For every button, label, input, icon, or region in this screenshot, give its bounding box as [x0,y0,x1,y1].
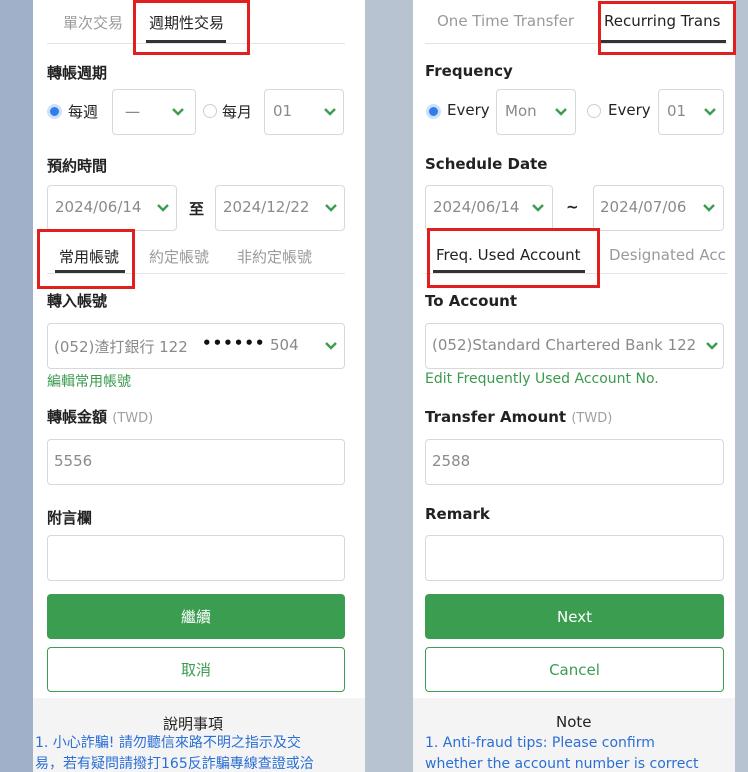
highlight-recurring-tab-zh [133,0,250,55]
continue-button[interactable]: 繼續 [47,594,345,639]
amount-value: 5556 [54,452,93,470]
account-mask: •••••• [202,334,266,352]
to-account-label: 轉入帳號 [47,292,108,310]
to-account-suffix: 504 [270,336,299,354]
amount-unit: (TWD) [571,411,613,426]
chevron-down-icon [324,108,336,116]
chevron-down-icon [172,108,184,116]
date-range-separator: 至 [189,200,205,218]
chevron-down-icon [704,108,716,116]
to-account-label: To Account [425,292,517,310]
note-line-1: 1. 小心詐騙! 請勿聽信來路不明之指示及交 [35,735,301,751]
note-title: 說明事項 [163,715,224,733]
tab-designated-account[interactable]: 約定帳號 [149,246,209,267]
remark-label: Remark [425,505,490,523]
to-account-select[interactable]: (052)Standard Chartered Bank 122 [425,323,724,369]
weekday-select[interactable]: 一 [112,89,196,135]
to-account-value: (052)渣打銀行 122 [54,338,188,356]
weekday-value: Mon [505,102,537,120]
highlight-frequent-account-tab-en [427,228,600,288]
chevron-down-icon [703,204,715,212]
tab-non-designated-account[interactable]: 非約定帳號 [237,246,312,267]
weekly-radio[interactable] [47,104,62,119]
remark-input[interactable] [425,535,724,581]
date-range-separator: ~ [566,198,579,216]
end-date-value: 2024/12/22 [223,198,310,216]
frequency-label: Frequency [425,62,513,80]
center-backdrop [365,0,413,772]
zh-transfer-form: 單次交易 週期性交易 轉帳週期 每週 一 每月 01 預約時間 2024/06/… [33,0,365,772]
remark-label: 附言欄 [47,509,93,527]
en-transfer-form: One Time Transfer Recurring Trans Freque… [413,0,735,772]
right-backdrop [735,0,748,772]
next-button[interactable]: Next [425,594,724,639]
note-title: Note [556,713,592,731]
start-date-value: 2024/06/14 [55,198,142,216]
chevron-down-icon [555,108,567,116]
schedule-label: Schedule Date [425,155,548,173]
end-date-select[interactable]: 2024/07/06 [593,185,724,231]
note-line-1: 1. Anti-fraud tips: Please confirm [425,735,655,751]
cancel-button[interactable]: Cancel [425,647,724,692]
note-line-2: whether the account number is correct [425,756,699,772]
amount-input[interactable]: 5556 [47,439,345,485]
chevron-down-icon [706,342,718,350]
tab-one-time[interactable]: 單次交易 [63,12,123,33]
start-date-select[interactable]: 2024/06/14 [47,185,177,231]
end-date-select[interactable]: 2024/12/22 [215,185,345,231]
remark-input[interactable] [47,535,345,581]
amount-input[interactable]: 2588 [425,439,724,485]
weekly-label: 每週 [68,103,99,121]
end-date-value: 2024/07/06 [600,198,687,216]
to-account-value: (052)Standard Chartered Bank 122 [432,336,697,354]
chevron-down-icon [532,204,544,212]
cancel-button[interactable]: 取消 [47,647,345,692]
schedule-label: 預約時間 [47,157,108,175]
highlight-recurring-tab-en [598,1,736,55]
highlight-frequent-account-tab-zh [37,229,135,289]
weekday-value: 一 [125,104,141,122]
amount-value: 2588 [432,452,471,470]
monthly-label: 每月 [222,103,253,121]
monthly-label: Every [608,101,651,119]
to-account-select[interactable]: (052)渣打銀行 122 •••••• 504 [47,323,345,369]
monthday-value: 01 [273,102,293,120]
edit-frequent-account-link[interactable]: 編輯常用帳號 [47,371,131,391]
monthday-select[interactable]: 01 [658,89,724,135]
edit-frequent-account-link[interactable]: Edit Frequently Used Account No. [425,371,659,387]
monthday-select[interactable]: 01 [264,89,344,135]
left-backdrop [0,0,33,772]
start-date-value: 2024/06/14 [433,198,520,216]
monthly-radio[interactable] [587,104,601,118]
amount-label: 轉帳金額 (TWD) [47,408,154,426]
start-date-select[interactable]: 2024/06/14 [425,185,553,231]
amount-label: Transfer Amount (TWD) [425,408,613,426]
monthday-value: 01 [667,102,687,120]
tab-designated-account[interactable]: Designated Acc [609,246,727,264]
weekly-label: Every [447,101,490,119]
chevron-down-icon [157,204,169,212]
weekday-select[interactable]: Mon [496,89,576,135]
note-line-2: 易，若有疑問請撥打165反詐騙專線查證或洽 [35,756,314,772]
chevron-down-icon [325,204,337,212]
tab-one-time[interactable]: One Time Transfer [437,12,574,30]
frequency-label: 轉帳週期 [47,64,108,82]
chevron-down-icon [325,342,337,350]
weekly-radio[interactable] [426,104,441,119]
monthly-radio[interactable] [203,104,217,118]
amount-unit: (TWD) [112,411,154,426]
